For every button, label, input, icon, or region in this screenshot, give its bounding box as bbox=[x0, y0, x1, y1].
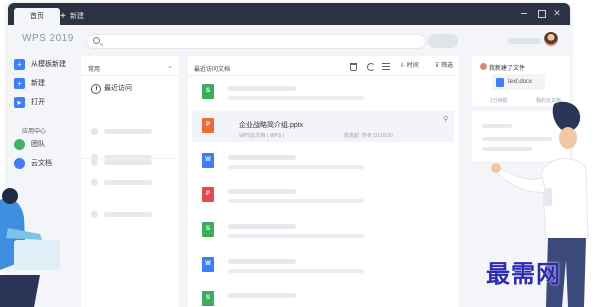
common-panel: 常用 ⌄ 最近访问 bbox=[81, 56, 179, 307]
list-view-icon[interactable] bbox=[382, 63, 390, 71]
placeholder-bar bbox=[104, 160, 152, 165]
shared-file[interactable]: text.docx bbox=[492, 74, 545, 90]
filter-button[interactable]: ⊽ 筛选 bbox=[435, 61, 459, 70]
title-bar: 首页 + 新建 ✕ bbox=[8, 3, 570, 25]
chevron-down-icon[interactable]: ⌄ bbox=[167, 62, 173, 70]
document-icon: W bbox=[202, 257, 214, 272]
recent-visits-item[interactable]: 最近访问 bbox=[91, 84, 132, 94]
doc-owner: 我发起 bbox=[344, 133, 360, 139]
placeholder-icon bbox=[91, 159, 98, 166]
sort-time-button[interactable]: ⇩ 时间 bbox=[400, 61, 424, 70]
maximize-button[interactable] bbox=[535, 7, 547, 19]
placeholder-bar bbox=[228, 224, 296, 229]
new-icon: + bbox=[14, 78, 25, 89]
table-row[interactable]: W bbox=[192, 146, 454, 177]
new-tab-label: 新建 bbox=[70, 13, 84, 20]
placeholder-bar bbox=[228, 293, 296, 298]
placeholder-bar bbox=[228, 155, 296, 160]
placeholder-bar bbox=[228, 189, 296, 194]
close-button[interactable]: ✕ bbox=[551, 7, 563, 19]
placeholder-bar bbox=[104, 212, 152, 217]
search-input[interactable] bbox=[86, 34, 426, 49]
placeholder-bar bbox=[228, 269, 364, 273]
tab-home[interactable]: 首页 bbox=[14, 8, 60, 25]
placeholder-bar bbox=[228, 96, 364, 100]
spreadsheet-icon: S bbox=[202, 84, 214, 99]
top-toolbar: WPS 2019 bbox=[8, 25, 570, 55]
app-center-heading: 应用中心 bbox=[22, 129, 47, 135]
pdf-icon: P bbox=[202, 187, 214, 202]
recent-documents-panel: 最近访问文档 ⇩ 时间 ⊽ 筛选 S P 企业战略简介组.pptx WPS云文档… bbox=[188, 56, 458, 307]
new-tab-button[interactable]: + 新建 bbox=[60, 8, 84, 25]
cloud-icon bbox=[14, 158, 25, 169]
table-row[interactable]: W bbox=[192, 250, 454, 281]
divider bbox=[81, 75, 179, 76]
clock-icon bbox=[91, 84, 101, 94]
document-icon: W bbox=[202, 153, 214, 168]
placeholder-bar bbox=[228, 259, 296, 264]
pin-icon[interactable]: ⚲ bbox=[443, 115, 448, 123]
placeholder-icon bbox=[91, 179, 98, 186]
recent-visits-label: 最近访问 bbox=[104, 85, 132, 92]
divider bbox=[188, 75, 458, 76]
template-icon: + bbox=[14, 59, 25, 70]
placeholder-icon bbox=[91, 128, 98, 135]
placeholder-bar bbox=[104, 180, 152, 185]
minimize-button[interactable] bbox=[518, 7, 530, 19]
doc-location: WPS云文档 ( WPS ) bbox=[239, 133, 285, 139]
illustration-person-left bbox=[0, 188, 60, 307]
search-icon bbox=[93, 37, 100, 44]
placeholder-bar bbox=[228, 165, 364, 169]
folder-icon: ▸ bbox=[14, 97, 25, 108]
sort-time-label: 时间 bbox=[406, 63, 419, 69]
sidebar-item-label: 云文档 bbox=[31, 160, 52, 167]
avatar[interactable] bbox=[544, 32, 558, 46]
notification-text: 我新建了文件 bbox=[489, 66, 526, 72]
table-row[interactable]: S bbox=[192, 215, 454, 246]
spreadsheet-icon: S bbox=[202, 291, 214, 306]
doc-title: 企业战略简介组.pptx bbox=[239, 122, 304, 129]
notification-title: 我新建了文件 bbox=[480, 63, 525, 72]
sidebar-item-label: 从模板新建 bbox=[31, 61, 66, 68]
doc-time: 昨天 10:18:00 bbox=[362, 133, 393, 139]
arrow-down-icon: ⇩ bbox=[400, 63, 406, 69]
table-row[interactable]: S bbox=[192, 77, 454, 108]
user-name[interactable] bbox=[508, 38, 541, 44]
sidebar-item-new[interactable]: + 新建 bbox=[14, 77, 45, 91]
avatar bbox=[480, 63, 487, 70]
table-row[interactable]: P bbox=[192, 180, 454, 211]
placeholder-bar bbox=[228, 86, 296, 91]
shared-file-name: text.docx bbox=[508, 79, 533, 85]
app-logo: WPS 2019 bbox=[22, 33, 74, 44]
table-row[interactable]: P 企业战略简介组.pptx WPS云文档 ( WPS ) 我发起 昨天 10:… bbox=[192, 111, 454, 142]
presentation-icon: P bbox=[202, 118, 214, 133]
document-icon bbox=[496, 78, 504, 87]
sidebar-item-label: 新建 bbox=[31, 80, 45, 87]
screenshot: 首页 + 新建 ✕ WPS 2019 + 从模板新建 + 新建 ▸ 打开 应用中… bbox=[0, 0, 596, 307]
team-icon bbox=[14, 139, 25, 150]
sidebar-item-team[interactable]: 团队 bbox=[14, 138, 45, 152]
placeholder-icon bbox=[91, 211, 98, 218]
sidebar-item-label: 团队 bbox=[31, 141, 45, 148]
trash-icon[interactable] bbox=[350, 63, 357, 71]
common-header: 常用 bbox=[88, 67, 101, 73]
recent-docs-header: 最近访问文档 bbox=[194, 67, 231, 73]
spreadsheet-icon: S bbox=[202, 222, 214, 237]
placeholder-bar bbox=[228, 199, 364, 203]
table-row[interactable]: S bbox=[192, 284, 454, 307]
refresh-icon[interactable] bbox=[367, 63, 375, 71]
filter-label: 筛选 bbox=[441, 63, 454, 69]
watermark-text: 最需网 bbox=[486, 259, 561, 288]
search-button[interactable] bbox=[428, 34, 458, 48]
placeholder-bar bbox=[228, 234, 364, 238]
plus-icon: + bbox=[60, 11, 66, 22]
sidebar-item-from-template[interactable]: + 从模板新建 bbox=[14, 58, 66, 72]
sidebar-item-cloud[interactable]: 云文档 bbox=[14, 157, 52, 171]
sidebar-item-open[interactable]: ▸ 打开 bbox=[14, 96, 45, 110]
placeholder-bar bbox=[104, 129, 152, 134]
sidebar-item-label: 打开 bbox=[31, 99, 45, 106]
filter-icon: ⊽ bbox=[435, 63, 440, 69]
